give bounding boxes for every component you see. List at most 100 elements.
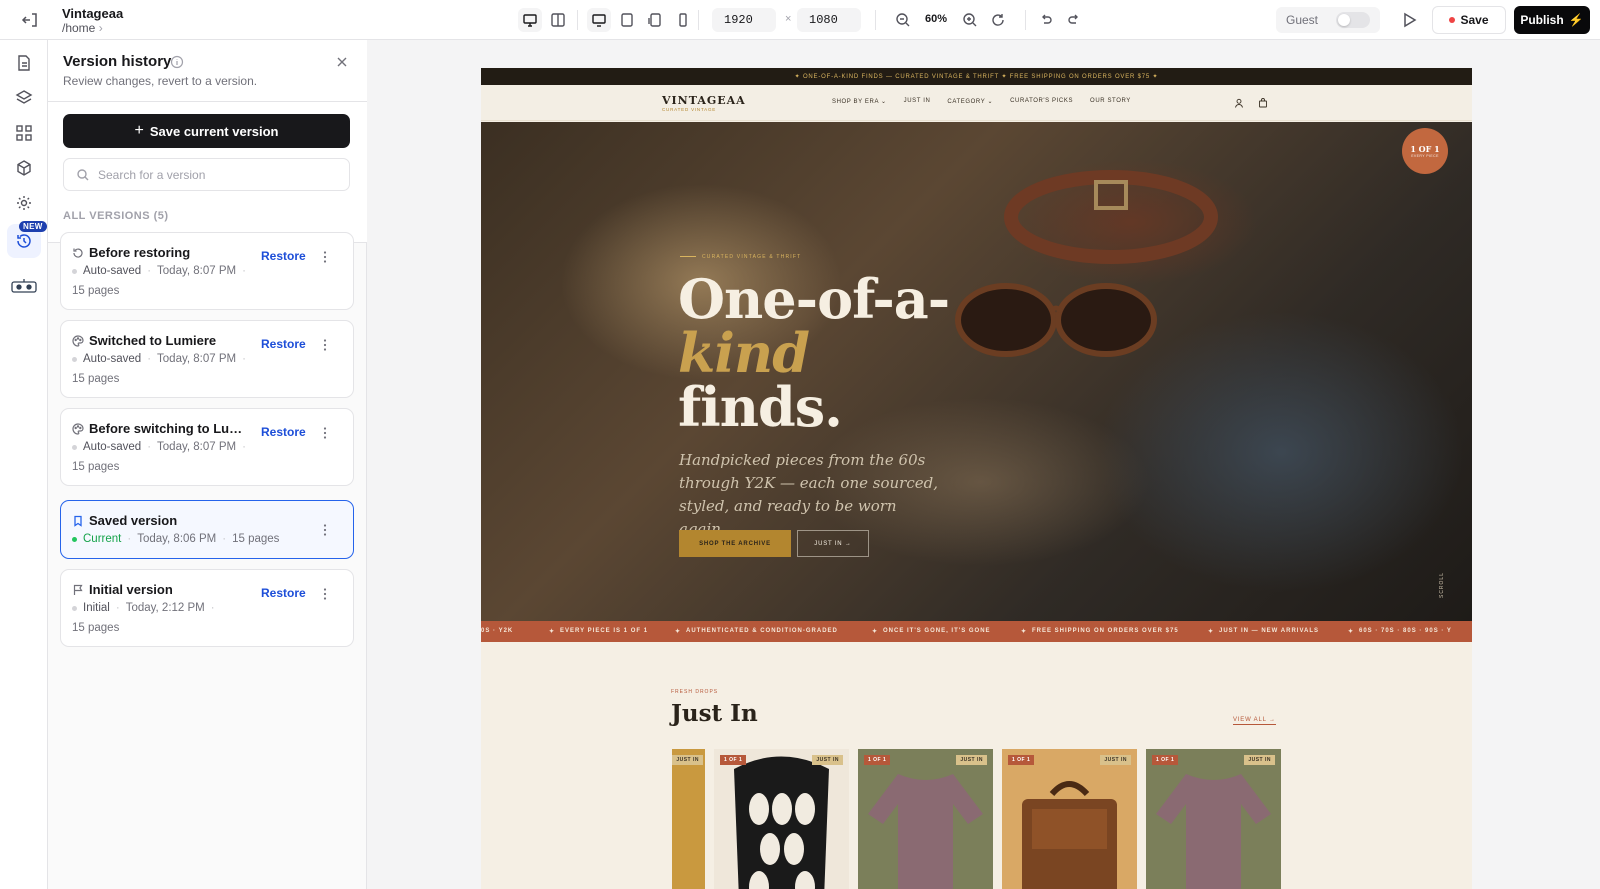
components-grid-icon[interactable] [15, 124, 33, 142]
single-view-button[interactable] [518, 8, 542, 32]
layers-icon[interactable] [15, 89, 33, 107]
redo-button[interactable] [1062, 8, 1086, 32]
close-icon[interactable] [335, 55, 349, 69]
version-search[interactable] [63, 158, 350, 191]
account-icon[interactable] [1234, 98, 1244, 108]
width-input[interactable]: 1920 [712, 8, 776, 32]
unsaved-dot-icon [1449, 17, 1456, 23]
nav-link-category[interactable]: CATEGORY ⌄ [947, 98, 993, 105]
desktop-device-button[interactable] [587, 8, 611, 32]
zoom-in-button[interactable] [958, 8, 982, 32]
version-card-current[interactable]: Saved version Current · Today, 8:06 PM · 15 … [60, 500, 354, 559]
project-name[interactable]: Vintageaa [62, 6, 123, 21]
version-card[interactable]: Switched to Lumiere Auto-saved · Today, 8:… [60, 320, 354, 398]
nav-link-our-story[interactable]: OUR STORY [1090, 98, 1131, 105]
version-card[interactable]: Before restoring Auto-saved · Today, 8:07 … [60, 232, 354, 310]
ticker-item: JUST IN — NEW ARRIVALS [1219, 628, 1320, 634]
editor-canvas[interactable]: ✦ ONE-OF-A-KIND FINDS — CURATED VINTAGE … [367, 40, 1600, 889]
guest-label: Guest [1286, 13, 1319, 27]
version-name: Before restoring [89, 245, 191, 260]
version-meta: Auto-saved · Today, 8:07 PM · [72, 265, 246, 277]
split-view-button[interactable] [546, 8, 570, 32]
zoom-level[interactable]: 60% [925, 13, 947, 25]
version-card[interactable]: Initial version Initial · Today, 2:12 PM · … [60, 569, 354, 647]
ticker-item: EVERY PIECE IS 1 OF 1 [560, 628, 649, 634]
version-name: Before switching to Lumi… [89, 421, 249, 436]
tablet-landscape-device-button[interactable] [643, 8, 667, 32]
product-card[interactable]: 1 OF 1 JUST IN [1146, 749, 1281, 889]
restore-button[interactable]: Restore [261, 425, 306, 439]
one-of-one-badge: 1 OF 1 EVERY PIECE [1402, 128, 1448, 174]
tablet-device-button[interactable] [615, 8, 639, 32]
guest-toggle-switch[interactable] [1336, 12, 1370, 28]
site-logo[interactable]: VINTAGEAA [662, 94, 746, 107]
mobile-device-button[interactable] [671, 8, 695, 32]
pages-icon[interactable] [15, 54, 33, 72]
one-of-one-tag: 1 OF 1 [720, 755, 747, 765]
nav-link-curators-picks[interactable]: CURATOR'S PICKS [1010, 98, 1073, 105]
more-vertical-icon[interactable] [323, 587, 327, 601]
search-icon [77, 169, 89, 181]
site-preview[interactable]: ✦ ONE-OF-A-KIND FINDS — CURATED VINTAGE … [481, 68, 1472, 889]
product-card[interactable]: 1 OF 1 JUST IN [858, 749, 993, 889]
version-card[interactable]: Before switching to Lumi… Auto-saved · Tod… [60, 408, 354, 486]
ticker-item: FREE SHIPPING ON ORDERS OVER $75 [1032, 628, 1179, 634]
version-search-input[interactable] [98, 165, 338, 185]
robot-assistant-icon[interactable] [10, 278, 38, 296]
section-title: Just In [671, 700, 758, 727]
view-all-link[interactable]: VIEW ALL → [1233, 717, 1276, 725]
product-card[interactable]: JUST IN [672, 749, 705, 889]
left-rail: NEW [0, 40, 48, 889]
ticker-item: ✦ [675, 629, 682, 635]
nav-link-shop-by-era[interactable]: SHOP BY ERA ⌄ [832, 98, 887, 105]
save-current-version-button[interactable]: + Save current version [63, 114, 350, 148]
more-vertical-icon[interactable] [323, 426, 327, 440]
hero-section: 1 OF 1 EVERY PIECE CURATED VINTAGE & THR… [481, 122, 1472, 622]
belt-image [1004, 170, 1218, 264]
height-input[interactable]: 1080 [797, 8, 861, 32]
all-versions-heading: ALL VERSIONS (5) [63, 210, 169, 222]
just-in-button[interactable]: JUST IN → [797, 530, 869, 557]
desktop-icon [592, 14, 606, 27]
more-vertical-icon[interactable] [323, 250, 327, 264]
save-button[interactable]: Save [1432, 6, 1506, 34]
more-vertical-icon[interactable] [323, 523, 327, 537]
leather-bag-image [1022, 781, 1117, 889]
cart-icon[interactable] [1258, 98, 1268, 108]
publish-button[interactable]: Publish ⚡ [1514, 6, 1590, 34]
just-in-tag: JUST IN [1244, 755, 1275, 765]
bookmark-icon [74, 515, 82, 527]
product-card[interactable]: 1 OF 1 JUST IN [1002, 749, 1137, 889]
ticker-item: ✦ [1348, 629, 1355, 635]
hero-description: Handpicked pieces from the 60s through Y… [679, 451, 938, 538]
reset-zoom-button[interactable] [986, 8, 1010, 32]
restore-button[interactable]: Restore [261, 337, 306, 351]
more-vertical-icon[interactable] [323, 338, 327, 352]
nav-link-just-in[interactable]: JUST IN [904, 98, 931, 105]
cube-icon[interactable] [15, 159, 33, 177]
panel-title: Version history [63, 53, 172, 70]
just-in-tag: JUST IN [956, 755, 987, 765]
gear-icon[interactable] [15, 194, 33, 212]
zoom-group [891, 7, 915, 33]
undo-button[interactable] [1034, 8, 1058, 32]
restore-button[interactable]: Restore [261, 249, 306, 263]
restore-icon [73, 248, 83, 258]
zoom-out-button[interactable] [891, 8, 915, 32]
guest-preview-toggle[interactable]: Guest [1276, 7, 1380, 33]
plus-icon: + [134, 122, 144, 139]
ticker-item: 0S · Y2K [481, 628, 514, 634]
hero-heading-line-2: kind [678, 321, 810, 385]
shop-archive-button[interactable]: SHOP THE ARCHIVE [679, 530, 791, 557]
page-path[interactable]: /home › [62, 21, 103, 35]
restore-button[interactable]: Restore [261, 586, 306, 600]
hero-eyebrow: CURATED VINTAGE & THRIFT [680, 254, 801, 260]
exit-icon[interactable] [20, 10, 40, 30]
product-card[interactable]: 1 OF 1 JUST IN [714, 749, 849, 889]
status-dot-icon [72, 605, 77, 611]
preview-play-icon[interactable] [1398, 9, 1420, 31]
info-icon[interactable] [170, 55, 184, 69]
one-of-one-tag: 1 OF 1 [864, 755, 891, 765]
layout-toggle-group [518, 7, 570, 33]
history-icon[interactable] [15, 232, 33, 250]
